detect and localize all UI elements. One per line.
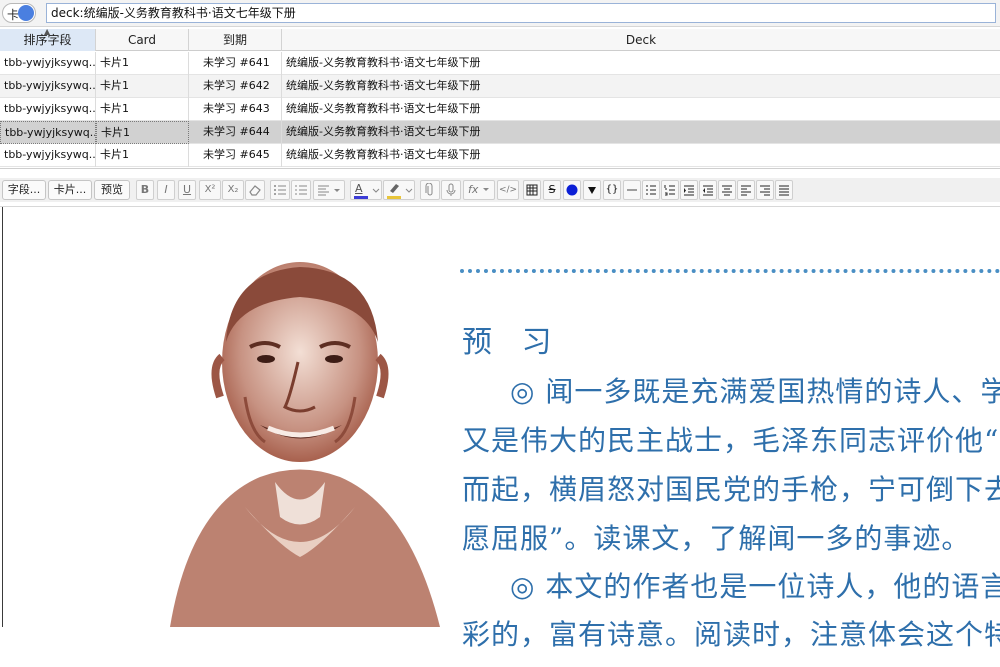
toggle-knob (18, 5, 34, 21)
cell-sort-field: tbb-ywjyjksywq... (0, 121, 96, 144)
fields-button[interactable]: 字段... (2, 180, 46, 200)
cell-due: 未学习 #644 (189, 121, 282, 144)
unordered-list-icon[interactable] (642, 180, 660, 200)
numbered-list-icon[interactable] (291, 180, 311, 200)
paragraph-line: 而起，横眉怒对国民党的手枪，宁可倒下去， (462, 473, 1000, 506)
paragraph-line: ◎ 本文的作者也是一位诗人，他的语言精 (510, 570, 1000, 603)
cell-deck: 统编版-义务教育教科书·语文七年级下册 (286, 102, 481, 115)
sort-ascending-icon: ▲ (44, 27, 51, 36)
cards-notes-toggle[interactable]: 卡 (2, 3, 36, 23)
column-header-card[interactable]: Card (96, 29, 189, 51)
cell-card: 卡片1 (96, 98, 189, 121)
search-input[interactable]: deck:统编版-义务教育教科书·语文七年级下册 (46, 3, 996, 23)
mathjax-label: fx (468, 183, 479, 196)
cell-due: 未学习 #642 (189, 75, 282, 98)
cell-card: 卡片1 (96, 144, 189, 167)
table-icon[interactable] (523, 180, 541, 200)
highlight-color-bar (387, 196, 401, 199)
cell-sort-field: tbb-ywjyjksywq... (0, 75, 96, 98)
content-border (2, 207, 3, 627)
horizontal-rule-icon[interactable] (623, 180, 641, 200)
bold-button[interactable]: B (136, 180, 154, 200)
preview-button[interactable]: 预览 (94, 180, 130, 200)
card-table: ▲ 排序字段 Card 到期 Deck tbb-ywjyjksywq... 卡片… (0, 27, 1000, 169)
cell-sort-field: tbb-ywjyjksywq... (0, 52, 96, 75)
italic-button[interactable]: I (157, 180, 175, 200)
dotted-divider (460, 269, 1000, 273)
eraser-icon[interactable] (245, 180, 265, 200)
table-row[interactable]: tbb-ywjyjksywq... 卡片1 未学习 #641 统编版-义务教育教… (0, 52, 1000, 75)
cell-sort-field: tbb-ywjyjksywq... (0, 144, 96, 167)
search-bar: 卡 deck:统编版-义务教育教科书·语文七年级下册 (0, 0, 1000, 27)
paragraph-line: 愿屈服”。读课文，了解闻一多的事迹。 (462, 522, 971, 555)
cell-card: 卡片1 (96, 121, 189, 144)
cell-deck: 统编版-义务教育教科书·语文七年级下册 (286, 79, 481, 92)
attachment-icon[interactable] (420, 180, 440, 200)
table-row[interactable]: tbb-ywjyjksywq... 卡片1 未学习 #645 统编版-义务教育教… (0, 144, 1000, 167)
align-dropdown-icon[interactable] (313, 180, 345, 200)
strikethrough-button[interactable]: S (543, 180, 561, 200)
column-header-due[interactable]: 到期 (189, 29, 282, 51)
cell-card: 卡片1 (96, 75, 189, 98)
cell-due: 未学习 #645 (189, 144, 282, 167)
cell-card: 卡片1 (96, 52, 189, 75)
column-header-sort-field[interactable]: ▲ 排序字段 (0, 27, 96, 51)
triangle-down-icon[interactable] (583, 180, 601, 200)
cell-sort-field: tbb-ywjyjksywq... (0, 98, 96, 121)
card-content-area[interactable]: 预 习 ◎ 闻一多既是充满爱国热情的诗人、学者 又是伟大的民主战士，毛泽东同志评… (0, 206, 1000, 651)
align-left-icon[interactable] (737, 180, 755, 200)
code-braces-icon[interactable]: {} (603, 180, 621, 200)
table-row[interactable]: tbb-ywjyjksywq... 卡片1 未学习 #642 统编版-义务教育教… (0, 75, 1000, 98)
color-circle-icon[interactable] (563, 180, 581, 200)
underline-button[interactable]: U (178, 180, 196, 200)
mathjax-icon[interactable]: fx (463, 180, 495, 200)
paragraph-line: 又是伟大的民主战士，毛泽东同志评价他“拍 (462, 424, 1000, 457)
subscript-button[interactable]: X₂ (222, 180, 244, 200)
align-center-icon[interactable] (718, 180, 736, 200)
table-row[interactable]: tbb-ywjyjksywq... 卡片1 未学习 #643 统编版-义务教育教… (0, 98, 1000, 121)
text-color-bar (354, 196, 368, 199)
paragraph-line: 彩的，富有诗意。阅读时，注意体会这个特点 (462, 618, 1000, 651)
cell-deck: 统编版-义务教育教科书·语文七年级下册 (286, 125, 481, 138)
highlight-color-icon[interactable] (383, 180, 415, 200)
paragraph-line: ◎ 闻一多既是充满爱国热情的诗人、学者 (510, 375, 1000, 408)
editor-toolbar: 字段... 卡片... 预览 B I U X² X₂ A fx </> S {} (0, 178, 1000, 202)
outdent-icon[interactable] (699, 180, 717, 200)
column-header-deck[interactable]: Deck (282, 29, 1000, 51)
table-row-selected[interactable]: tbb-ywjyjksywq... 卡片1 未学习 #644 统编版-义务教育教… (0, 121, 1000, 144)
microphone-icon[interactable] (441, 180, 461, 200)
cards-button[interactable]: 卡片... (48, 180, 92, 200)
table-header: ▲ 排序字段 Card 到期 Deck (0, 27, 1000, 51)
superscript-button[interactable]: X² (199, 180, 221, 200)
ordered-list-icon[interactable] (661, 180, 679, 200)
cell-deck: 统编版-义务教育教科书·语文七年级下册 (286, 148, 481, 161)
cell-due: 未学习 #641 (189, 52, 282, 75)
html-editor-icon[interactable]: </> (497, 180, 519, 200)
cell-deck: 统编版-义务教育教科书·语文七年级下册 (286, 56, 481, 69)
justify-icon[interactable] (775, 180, 793, 200)
align-right-icon[interactable] (756, 180, 774, 200)
page-title: 预 习 (462, 325, 562, 360)
text-color-icon[interactable]: A (350, 180, 382, 200)
cell-due: 未学习 #643 (189, 98, 282, 121)
bullet-list-icon[interactable] (270, 180, 290, 200)
indent-icon[interactable] (680, 180, 698, 200)
portrait-image (170, 262, 440, 627)
